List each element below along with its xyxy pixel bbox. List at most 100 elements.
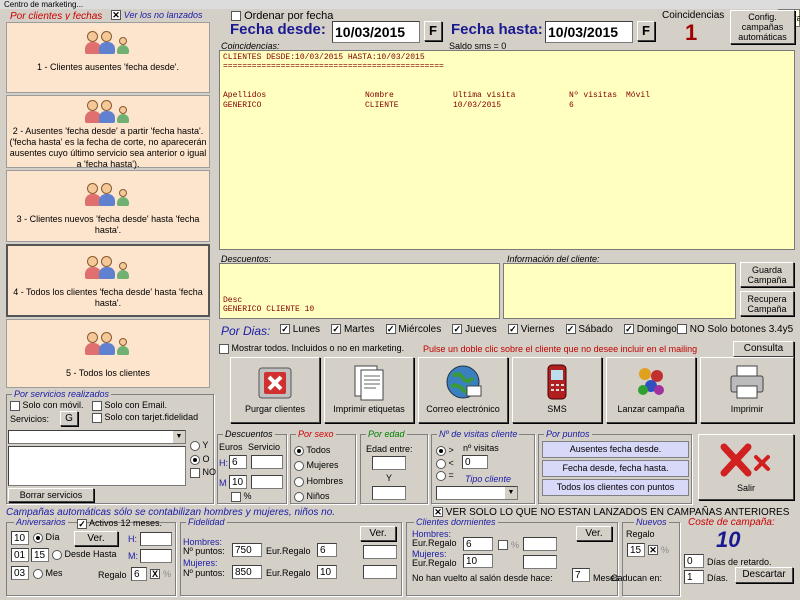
- fid-h-eur-input[interactable]: 6: [317, 543, 337, 557]
- correo-electronico-button[interactable]: Correo electrónico: [418, 357, 508, 423]
- mostrar-todos-checkbox[interactable]: Mostrar todos. Incluidos o no en marketi…: [219, 343, 404, 354]
- sexo-mujeres[interactable]: Mujeres: [294, 460, 339, 471]
- aniv-regalo-x-checkbox[interactable]: X: [150, 569, 160, 579]
- salir-button[interactable]: Salir: [698, 434, 794, 500]
- fecha-hasta-picker-button[interactable]: F: [637, 21, 655, 41]
- descuentos-area[interactable]: Desc GENERICO CLIENTE 10: [219, 263, 500, 319]
- dorm-ver-button[interactable]: Ver.: [576, 526, 612, 541]
- desde-hasta-radio[interactable]: Desde Hasta: [52, 549, 117, 560]
- nuevos-x-checkbox[interactable]: ✕: [648, 545, 658, 555]
- solo-email-checkbox[interactable]: Solo con Email.: [92, 400, 167, 411]
- option-4-card[interactable]: 4 - Todos los clientes 'fecha desde' has…: [6, 244, 210, 317]
- sms-button[interactable]: SMS: [512, 357, 602, 423]
- desc-h-servicio-input[interactable]: [251, 455, 283, 469]
- day-miercoles[interactable]: ✓ Miércoles: [385, 324, 441, 335]
- caducan-input[interactable]: 1: [684, 570, 704, 584]
- nuevos-regalo-input[interactable]: 15: [627, 543, 645, 557]
- aniv-dia-input[interactable]: 10: [11, 531, 29, 545]
- option-5-card[interactable]: 5 - Todos los clientes: [6, 319, 210, 388]
- puntos-todos-button[interactable]: Todos los clientes con puntos: [542, 479, 689, 496]
- dorm-extra-input-2[interactable]: [523, 555, 557, 569]
- mes-radio[interactable]: Mes: [33, 568, 63, 579]
- labels-icon: [354, 365, 384, 401]
- launch-people-icon: [638, 368, 664, 395]
- radio-o[interactable]: O: [190, 454, 210, 465]
- sexo-ninos[interactable]: Niños: [294, 491, 330, 502]
- config-campaigns-button[interactable]: Config. campañas automáticas: [730, 10, 795, 44]
- aniv-m-input[interactable]: [140, 549, 172, 563]
- nuevos-label: Nuevos: [634, 517, 669, 527]
- dorm-extra-input-1[interactable]: [523, 537, 557, 551]
- borrar-servicios-button[interactable]: Borrar servicios: [8, 488, 94, 502]
- solo-movil-checkbox[interactable]: Solo con móvil.: [10, 400, 84, 411]
- day-domingo[interactable]: ✓ Domingo: [623, 324, 677, 335]
- desc-h-input[interactable]: 6: [229, 455, 247, 469]
- option-1-card[interactable]: 1 - Clientes ausentes 'fecha desde'.: [6, 22, 210, 93]
- aniv-ver-button[interactable]: Ver.: [74, 531, 118, 546]
- recupera-campana-button[interactable]: Recupera Campaña: [740, 291, 794, 316]
- day-martes[interactable]: ✓ Martes: [331, 324, 375, 335]
- day-lunes[interactable]: ✓ Lunes: [280, 324, 320, 335]
- retardo-input[interactable]: 0: [684, 554, 704, 568]
- nvisitas-input[interactable]: 0: [462, 455, 488, 469]
- checkbox-icon: ✕: [433, 507, 443, 518]
- op-eq[interactable]: =: [436, 470, 454, 481]
- checkbox-no[interactable]: NO: [190, 467, 216, 478]
- descartar-button[interactable]: Descartar: [735, 567, 793, 583]
- purgar-clientes-button[interactable]: Purgar clientes: [230, 357, 320, 423]
- imprimir-button[interactable]: Imprimir: [700, 357, 794, 423]
- results-area[interactable]: CLIENTES DESDE:10/03/2015 HASTA:10/03/20…: [219, 50, 795, 250]
- servicios-list[interactable]: [8, 446, 186, 486]
- radio-y[interactable]: Y: [190, 440, 208, 451]
- checkbox-icon: ✓: [452, 324, 463, 335]
- radio-icon: [190, 454, 200, 465]
- sexo-hombres[interactable]: Hombres: [294, 476, 343, 487]
- option-3-card[interactable]: 3 - Clientes nuevos 'fecha desde' hasta …: [6, 170, 210, 242]
- dorm-h-input[interactable]: 6: [463, 537, 493, 551]
- aniv-dia-radio[interactable]: Día: [33, 532, 60, 543]
- op-gt[interactable]: >: [436, 445, 454, 456]
- dorm-m-input[interactable]: 10: [463, 554, 493, 568]
- activos-checkbox[interactable]: ✓ Activos 12 meses.: [77, 518, 162, 529]
- edad-min-input[interactable]: [372, 456, 406, 470]
- puntos-fechas-button[interactable]: Fecha desde, fecha hasta.: [542, 460, 689, 477]
- op-lt[interactable]: <: [436, 458, 454, 469]
- fid-extra-input-1[interactable]: [363, 545, 397, 559]
- fid-extra-input-2[interactable]: [363, 565, 397, 579]
- meses-input[interactable]: 7: [572, 568, 590, 582]
- fid-ver-button[interactable]: Ver.: [360, 526, 396, 541]
- no-solo-botones-checkbox[interactable]: NO Solo botones 3.4y5: [677, 324, 793, 335]
- aniv-h-input[interactable]: [140, 532, 172, 546]
- aniv-regalo-input[interactable]: 6: [131, 567, 147, 581]
- fecha-hasta-input[interactable]: 10/03/2015: [545, 21, 633, 43]
- option-2-card[interactable]: 2 - Ausentes 'fecha desde' a partir 'fec…: [6, 95, 210, 169]
- g-button[interactable]: G: [60, 411, 78, 426]
- solo-tarjeta-checkbox[interactable]: Solo con tarjet.fidelidad: [92, 412, 198, 423]
- aniv-hasta-input[interactable]: 15: [31, 548, 49, 562]
- aniv-mes-input[interactable]: 03: [11, 566, 29, 580]
- consulta-button[interactable]: Consulta: [733, 341, 794, 357]
- info-cliente-area[interactable]: [503, 263, 736, 319]
- fid-h-puntos-input[interactable]: 750: [232, 543, 262, 557]
- fid-m-eur-input[interactable]: 10: [317, 565, 337, 579]
- fid-m-puntos-input[interactable]: 850: [232, 565, 262, 579]
- desc-m-input[interactable]: 10: [229, 475, 247, 489]
- fecha-desde-picker-button[interactable]: F: [424, 21, 442, 41]
- dormidos-label: Clientes dormientes: [414, 517, 498, 527]
- tipo-cliente-select[interactable]: ▼: [436, 486, 518, 500]
- day-sabado[interactable]: ✓ Sábado: [565, 324, 613, 335]
- desc-pct-checkbox[interactable]: %: [231, 491, 252, 502]
- edad-max-input[interactable]: [372, 486, 406, 500]
- day-jueves[interactable]: ✓ Jueves: [452, 324, 497, 335]
- imprimir-etiquetas-button[interactable]: Imprimir etiquetas: [324, 357, 414, 423]
- servicio-select[interactable]: ▼: [8, 430, 186, 444]
- lanzar-campana-button[interactable]: Lanzar campaña: [606, 357, 696, 423]
- sexo-todos[interactable]: Todos: [294, 445, 330, 456]
- desc-m-servicio-input[interactable]: [251, 475, 283, 489]
- dorm-pct-checkbox[interactable]: [498, 540, 508, 550]
- guarda-campana-button[interactable]: Guarda Campaña: [740, 262, 794, 287]
- fecha-desde-input[interactable]: 10/03/2015: [332, 21, 420, 43]
- day-viernes[interactable]: ✓ Viernes: [507, 324, 554, 335]
- puntos-ausentes-button[interactable]: Ausentes fecha desde.: [542, 441, 689, 458]
- aniv-desde-input[interactable]: 01: [11, 548, 29, 562]
